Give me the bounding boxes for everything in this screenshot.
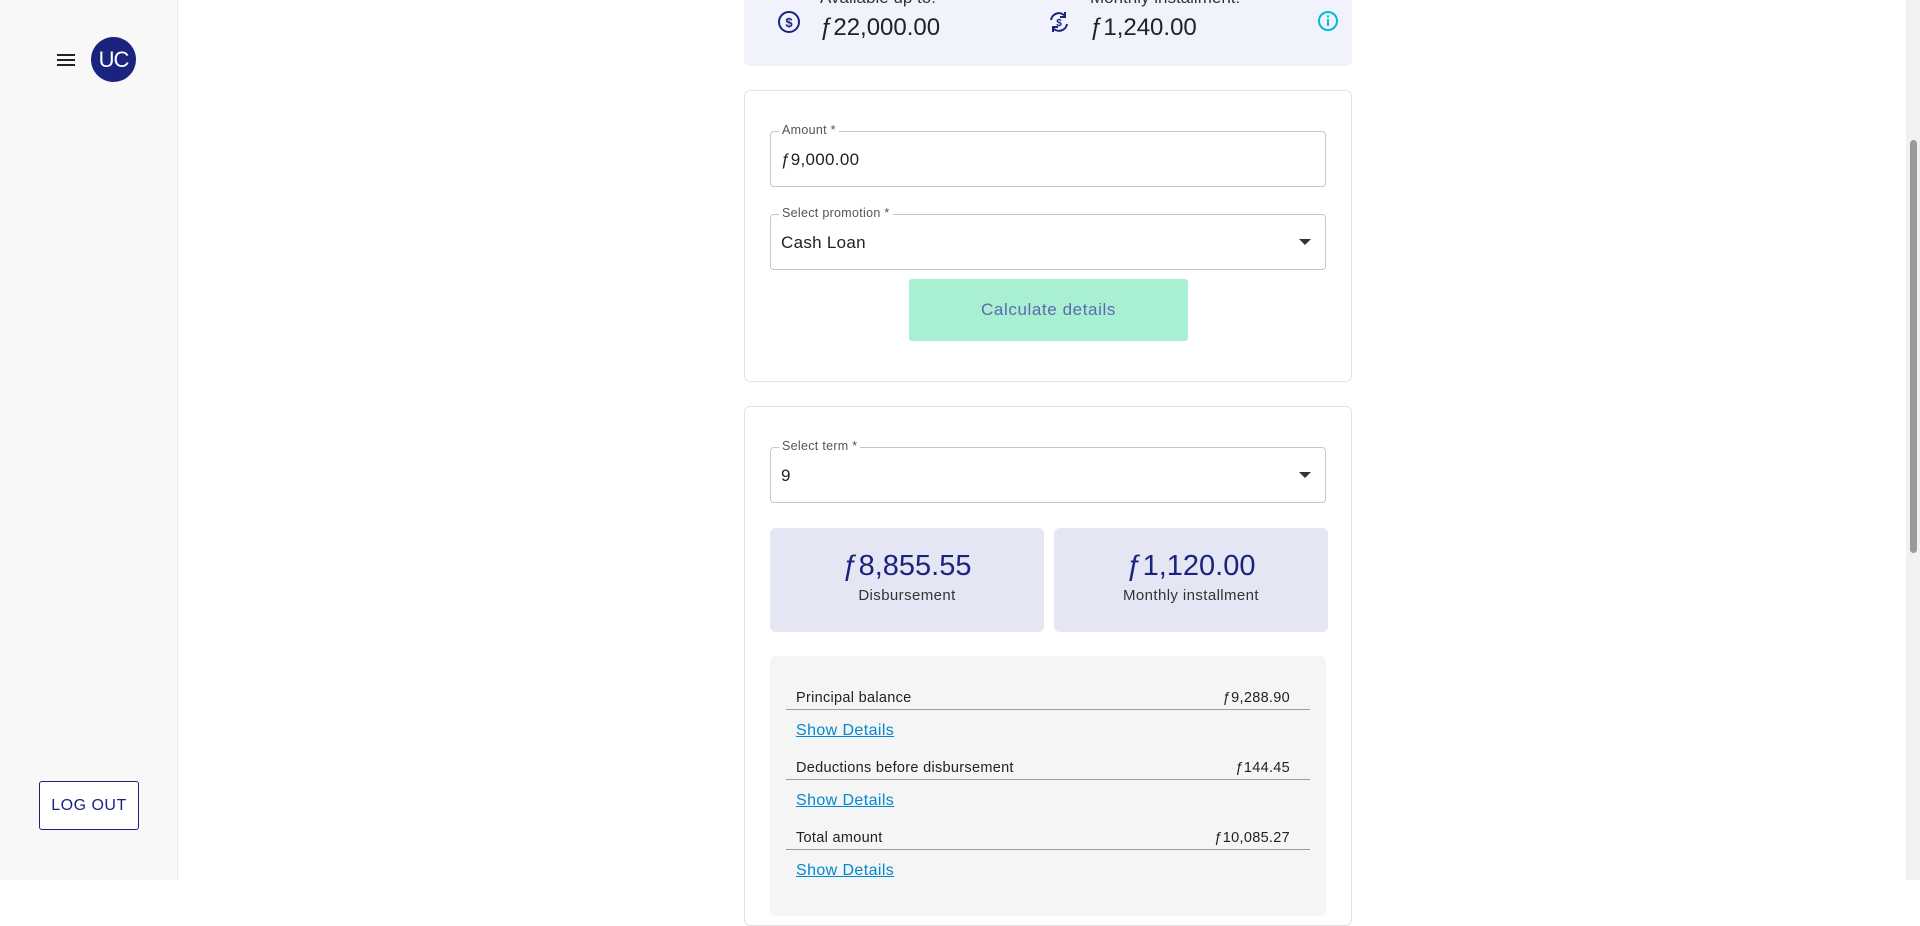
breakdown-amount: ƒ144.45 xyxy=(1235,760,1290,776)
term-select[interactable]: Select term * 9 xyxy=(770,439,1326,503)
installment-label: Monthly installment: xyxy=(1090,0,1240,8)
monthly-installment-value: ƒ1,120.00 xyxy=(1126,550,1256,582)
info-icon[interactable] xyxy=(1316,9,1340,33)
breakdown-label: Total amount xyxy=(796,830,883,846)
monthly-installment-label: Monthly installment xyxy=(1123,587,1259,604)
loan-details-card: Select term * 9 ƒ8,855.55 Disbursement ƒ… xyxy=(744,406,1352,926)
dropdown-caret-icon xyxy=(1299,239,1311,245)
available-value: ƒ22,000.00 xyxy=(820,14,941,41)
sidebar: UC LOG OUT xyxy=(0,0,178,880)
show-details-link[interactable]: Show Details xyxy=(796,722,894,740)
available-label: Available up to: xyxy=(820,0,936,8)
logout-button[interactable]: LOG OUT xyxy=(39,781,139,830)
show-details-link[interactable]: Show Details xyxy=(796,862,894,880)
amount-label: Amount * xyxy=(779,123,839,137)
promotion-value: Cash Loan xyxy=(781,233,866,252)
breakdown-row: Total amount ƒ10,085.27 Show Details xyxy=(786,822,1310,880)
menu-icon[interactable] xyxy=(54,48,78,72)
breakdown-row: Principal balance ƒ9,288.90 Show Details xyxy=(786,682,1310,740)
avatar-initials: UC xyxy=(98,46,130,72)
disbursement-card: ƒ8,855.55 Disbursement xyxy=(770,528,1044,632)
disbursement-label: Disbursement xyxy=(858,587,956,604)
dropdown-caret-icon xyxy=(1299,472,1311,478)
term-value: 9 xyxy=(781,466,791,485)
avatar[interactable]: UC xyxy=(91,37,136,82)
breakdown-label: Principal balance xyxy=(796,690,912,706)
amount-value: ƒ9,000.00 xyxy=(781,150,860,169)
loan-form-card: Amount * ƒ9,000.00 Select promotion * Ca… xyxy=(744,90,1352,382)
promotion-select[interactable]: Select promotion * Cash Loan xyxy=(770,206,1326,270)
breakdown-row: Deductions before disbursement ƒ144.45 S… xyxy=(786,752,1310,810)
refresh-dollar-icon: $ xyxy=(1046,9,1072,35)
promotion-label: Select promotion * xyxy=(779,206,893,220)
svg-text:$: $ xyxy=(785,15,793,30)
monthly-installment-card: ƒ1,120.00 Monthly installment xyxy=(1054,528,1328,632)
breakdown-amount: ƒ10,085.27 xyxy=(1214,830,1290,846)
loan-summary: $ Available up to: ƒ22,000.00 $ Monthly … xyxy=(744,0,1352,66)
svg-text:$: $ xyxy=(1056,18,1062,29)
show-details-link[interactable]: Show Details xyxy=(796,792,894,810)
disbursement-value: ƒ8,855.55 xyxy=(842,550,972,582)
breakdown-amount: ƒ9,288.90 xyxy=(1222,690,1290,706)
loan-breakdown: Principal balance ƒ9,288.90 Show Details… xyxy=(770,656,1326,916)
calculate-details-button[interactable]: Calculate details xyxy=(909,279,1188,341)
amount-field[interactable]: Amount * ƒ9,000.00 xyxy=(770,123,1326,187)
dollar-circle-icon: $ xyxy=(776,9,802,35)
breakdown-label: Deductions before disbursement xyxy=(796,760,1014,776)
scrollbar-thumb[interactable] xyxy=(1910,140,1917,553)
term-label: Select term * xyxy=(779,439,861,453)
installment-value: ƒ1,240.00 xyxy=(1090,14,1197,41)
